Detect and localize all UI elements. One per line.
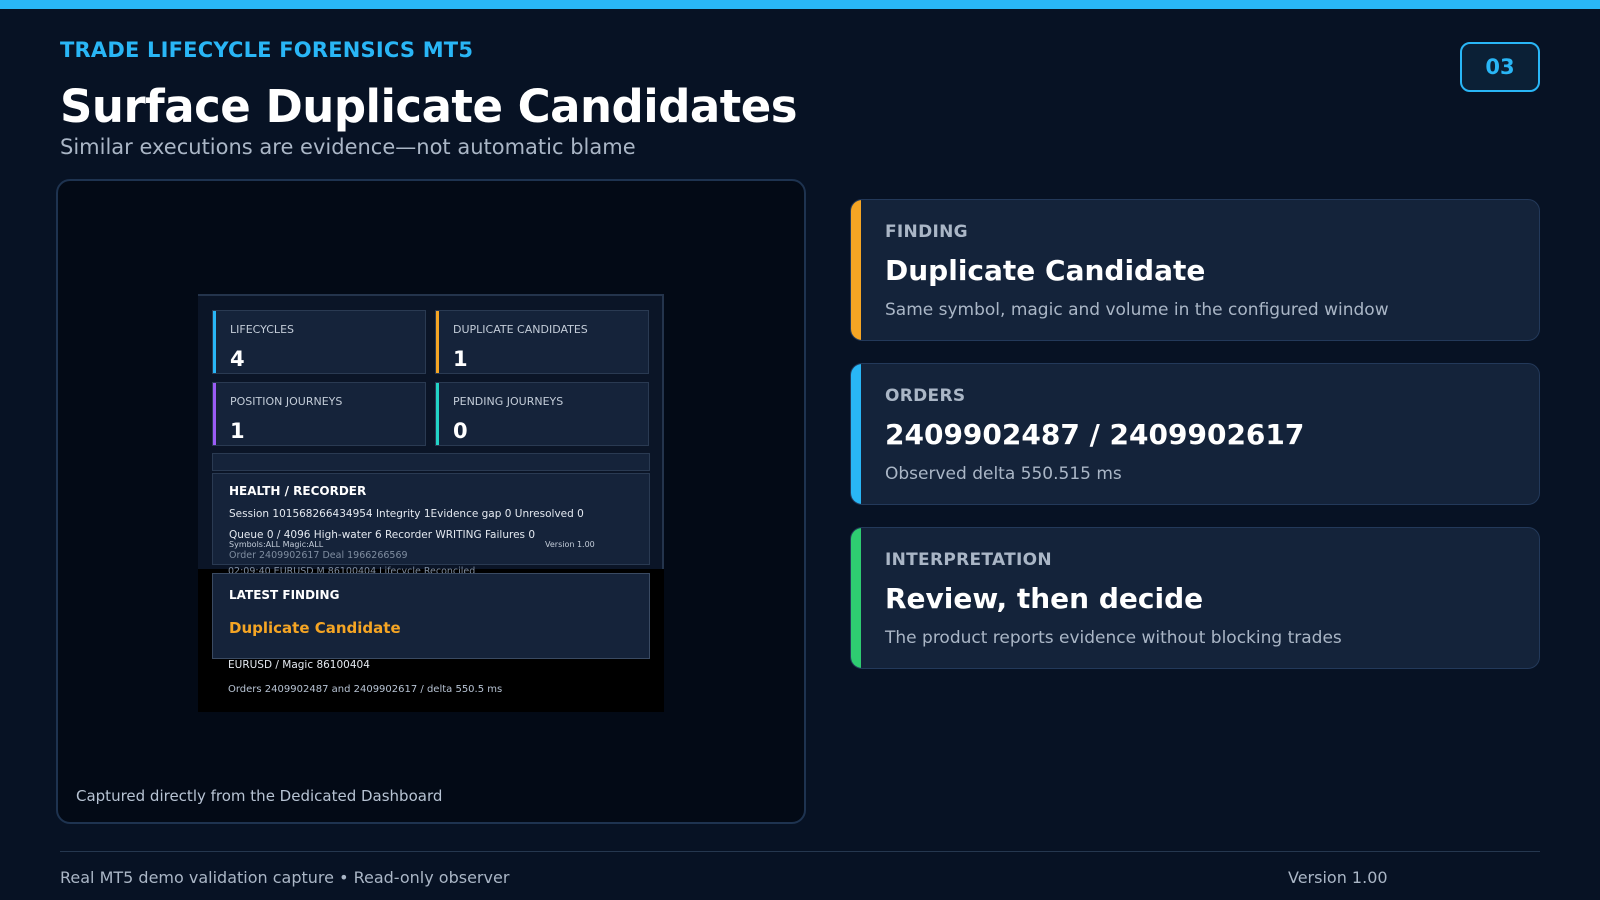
latest-finding-panel: LATEST FINDING Duplicate Candidate (212, 573, 650, 659)
screenshot-caption: Captured directly from the Dedicated Das… (76, 787, 443, 805)
footer-version: Version 1.00 (1288, 868, 1388, 887)
card-label: INTERPRETATION (885, 550, 1052, 570)
dashboard-body: LIFECYCLES 4 DUPLICATE CANDIDATES 1 POSI… (198, 294, 664, 569)
product-kicker: TRADE LIFECYCLE FORENSICS MT5 (60, 38, 474, 62)
orders-card: ORDERS 2409902487 / 2409902617 Observed … (850, 363, 1540, 505)
dashboard-overlap-event-line: 02:09:40 EURUSD M 86100404 Lifecycle Rec… (228, 566, 476, 573)
metric-accent (436, 383, 439, 445)
metric-duplicate-candidates: DUPLICATE CANDIDATES 1 (435, 310, 649, 374)
card-label: FINDING (885, 222, 968, 242)
card-accent (851, 200, 861, 340)
metric-accent (436, 311, 439, 373)
card-value: Duplicate Candidate (885, 254, 1206, 287)
latest-finding-title: LATEST FINDING (229, 588, 340, 602)
health-filter-text: Symbols:ALL Magic:ALL (229, 540, 324, 549)
top-accent-bar (0, 0, 1600, 9)
dashboard-capture: LIFECYCLES 4 DUPLICATE CANDIDATES 1 POSI… (198, 294, 664, 712)
card-value: Review, then decide (885, 582, 1204, 615)
card-label: ORDERS (885, 386, 966, 406)
metric-label: PENDING JOURNEYS (453, 395, 564, 408)
latest-finding-name: Duplicate Candidate (229, 619, 401, 637)
metric-value: 1 (453, 347, 468, 371)
footer-note: Real MT5 demo validation capture • Read-… (60, 868, 510, 887)
dashboard-screenshot-panel: LIFECYCLES 4 DUPLICATE CANDIDATES 1 POSI… (56, 179, 806, 824)
card-description: Same symbol, magic and volume in the con… (885, 300, 1389, 320)
finding-card: FINDING Duplicate Candidate Same symbol,… (850, 199, 1540, 341)
metric-accent (213, 311, 216, 373)
health-recorder-panel: HEALTH / RECORDER Session 10156826643495… (212, 473, 650, 565)
dashboard-divider-strip (212, 453, 650, 471)
card-description: The product reports evidence without blo… (885, 628, 1342, 648)
card-description: Observed delta 550.515 ms (885, 464, 1122, 484)
footer-divider (60, 851, 1540, 852)
metric-label: LIFECYCLES (230, 323, 294, 336)
latest-finding-orders: Orders 2409902487 and 2409902617 / delta… (228, 684, 503, 695)
page-title: Surface Duplicate Candidates (60, 80, 798, 133)
health-title: HEALTH / RECORDER (229, 484, 367, 498)
metric-accent (213, 383, 216, 445)
metric-lifecycles: LIFECYCLES 4 (212, 310, 426, 374)
health-session-row: Session 101568266434954 Integrity 1Evide… (229, 508, 584, 520)
metric-pending-journeys: PENDING JOURNEYS 0 (435, 382, 649, 446)
metric-value: 4 (230, 347, 245, 371)
metric-label: DUPLICATE CANDIDATES (453, 323, 588, 336)
health-version-text: Version 1.00 (545, 540, 595, 549)
interpretation-card: INTERPRETATION Review, then decide The p… (850, 527, 1540, 669)
page-number-badge: 03 (1460, 42, 1540, 92)
card-accent (851, 364, 861, 504)
metric-value: 0 (453, 419, 468, 443)
metric-value: 1 (230, 419, 245, 443)
latest-finding-symbol: EURUSD / Magic 86100404 (228, 659, 370, 671)
card-value: 2409902487 / 2409902617 (885, 418, 1305, 451)
card-accent (851, 528, 861, 668)
metric-position-journeys: POSITION JOURNEYS 1 (212, 382, 426, 446)
health-overlap-order-line: Order 2409902617 Deal 1966266569 (229, 550, 408, 561)
page-subtitle: Similar executions are evidence—not auto… (60, 135, 636, 159)
metric-label: POSITION JOURNEYS (230, 395, 343, 408)
